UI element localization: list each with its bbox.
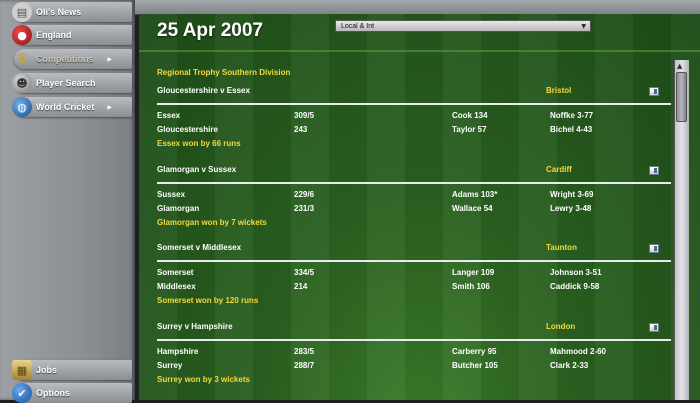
team-name[interactable]: Surrey <box>157 361 182 370</box>
nav-olis-news[interactable]: ▤ Oli's News <box>12 2 132 22</box>
match-title[interactable]: Glamorgan v Sussex <box>157 165 236 174</box>
top-bowler[interactable]: Bichel 4-43 <box>550 125 592 134</box>
match-divider <box>157 103 671 105</box>
match-divider <box>157 182 671 184</box>
nav-world-cricket[interactable]: ◍ World Cricket ▶ <box>12 97 132 117</box>
top-batsman[interactable]: Wallace 54 <box>452 204 493 213</box>
top-batsman[interactable]: Adams 103* <box>452 190 497 199</box>
team-name[interactable]: Middlesex <box>157 282 196 291</box>
match-venue: London <box>546 322 576 331</box>
top-bowler[interactable]: Mahmood 2-60 <box>550 347 606 356</box>
top-bowler[interactable]: Clark 2-33 <box>550 361 588 370</box>
scorecard-icon[interactable] <box>649 244 659 253</box>
top-batsman[interactable]: Carberry 95 <box>452 347 496 356</box>
top-bar <box>135 0 700 15</box>
sidebar: ▤ Oli's News ● England ♛ Competitions ▶ … <box>0 0 135 403</box>
check-icon: ✔ <box>12 383 32 403</box>
top-bowler[interactable]: Caddick 9-58 <box>550 282 599 291</box>
top-bowler[interactable]: Noffke 3-77 <box>550 111 593 120</box>
team-name[interactable]: Sussex <box>157 190 185 199</box>
nav-england[interactable]: ● England <box>12 25 132 45</box>
team-score: 214 <box>294 282 308 291</box>
person-icon: ☻ <box>12 73 32 93</box>
trophy-icon: ♛ <box>15 51 29 67</box>
team-score: 229/6 <box>294 190 315 199</box>
nav-label: World Cricket <box>36 102 95 112</box>
team-score: 283/5 <box>294 347 315 356</box>
competition-title: Regional Trophy Southern Division <box>157 68 291 77</box>
top-bowler[interactable]: Johnson 3-51 <box>550 268 602 277</box>
top-batsman[interactable]: Smith 106 <box>452 282 490 291</box>
results-list: Regional Trophy Southern Division Glouce… <box>151 62 681 400</box>
innings-row: Sussex 229/6 Adams 103* Wright 3-69 <box>157 190 671 200</box>
nav-options[interactable]: ✔ Options <box>12 383 132 403</box>
jobs-icon: ▦ <box>12 360 32 380</box>
nav-label: Jobs <box>36 365 58 375</box>
team-score: 334/5 <box>294 268 315 277</box>
chevron-down-icon: ▼ <box>581 23 586 30</box>
match-result: Surrey won by 3 wickets <box>157 375 250 384</box>
nav-competitions[interactable]: ♛ Competitions ▶ <box>14 49 132 69</box>
innings-row: Hampshire 283/5 Carberry 95 Mahmood 2-60 <box>157 347 671 357</box>
scorecard-icon[interactable] <box>649 166 659 175</box>
news-filter-dropdown[interactable]: Local & Int ▼ <box>335 20 591 32</box>
scorecard-icon[interactable] <box>649 323 659 332</box>
match-title[interactable]: Somerset v Middlesex <box>157 243 241 252</box>
results-scrollbar[interactable]: ▲ <box>674 60 689 400</box>
cricket-ball-icon: ● <box>12 25 32 45</box>
header-divider <box>139 50 700 52</box>
innings-row: Middlesex 214 Smith 106 Caddick 9-58 <box>157 282 671 292</box>
scorecard-icon[interactable] <box>649 87 659 96</box>
team-name[interactable]: Glamorgan <box>157 204 199 213</box>
match-title[interactable]: Surrey v Hampshire <box>157 322 233 331</box>
team-score: 231/3 <box>294 204 315 213</box>
globe-icon: ◍ <box>12 97 32 117</box>
team-name[interactable]: Gloucestershire <box>157 125 218 134</box>
nav-label: Competitions <box>36 54 94 64</box>
nav-label: Oli's News <box>36 7 82 17</box>
nav-jobs[interactable]: ▦ Jobs <box>12 360 132 380</box>
top-batsman[interactable]: Langer 109 <box>452 268 494 277</box>
innings-row: Somerset 334/5 Langer 109 Johnson 3-51 <box>157 268 671 278</box>
team-name[interactable]: Somerset <box>157 268 193 277</box>
chevron-right-icon: ▶ <box>107 55 112 63</box>
nav-label: England <box>36 30 72 40</box>
team-score: 288/7 <box>294 361 315 370</box>
match-venue: Taunton <box>546 243 577 252</box>
chevron-right-icon: ▶ <box>107 103 112 111</box>
dropdown-value: Local & Int <box>341 22 375 30</box>
nav-label: Options <box>36 388 70 398</box>
match-venue: Bristol <box>546 86 572 95</box>
match-result: Glamorgan won by 7 wickets <box>157 218 267 227</box>
scroll-up-icon[interactable]: ▲ <box>677 62 682 70</box>
match-divider <box>157 339 671 341</box>
top-bowler[interactable]: Lewry 3-48 <box>550 204 591 213</box>
innings-row: Essex 309/5 Cook 134 Noffke 3-77 <box>157 111 671 121</box>
match-title[interactable]: Gloucestershire v Essex <box>157 86 250 95</box>
top-bowler[interactable]: Wright 3-69 <box>550 190 593 199</box>
nav-label: Player Search <box>36 78 96 88</box>
team-score: 309/5 <box>294 111 315 120</box>
top-batsman[interactable]: Butcher 105 <box>452 361 498 370</box>
team-name[interactable]: Hampshire <box>157 347 198 356</box>
scrollbar-thumb[interactable] <box>676 72 687 122</box>
team-name[interactable]: Essex <box>157 111 180 120</box>
page-title-date: 25 Apr 2007 <box>157 20 263 41</box>
match-venue: Cardiff <box>546 165 572 174</box>
nav-player-search[interactable]: ☻ Player Search <box>12 73 132 93</box>
innings-row: Surrey 288/7 Butcher 105 Clark 2-33 <box>157 361 671 371</box>
main-panel: 25 Apr 2007 Local & Int ▼ Regional Troph… <box>139 14 700 400</box>
innings-row: Gloucestershire 243 Taylor 57 Bichel 4-4… <box>157 125 671 135</box>
newspaper-icon: ▤ <box>12 2 32 22</box>
match-result: Somerset won by 120 runs <box>157 296 259 305</box>
top-batsman[interactable]: Taylor 57 <box>452 125 487 134</box>
match-divider <box>157 260 671 262</box>
match-result: Essex won by 66 runs <box>157 139 241 148</box>
innings-row: Glamorgan 231/3 Wallace 54 Lewry 3-48 <box>157 204 671 214</box>
top-batsman[interactable]: Cook 134 <box>452 111 488 120</box>
team-score: 243 <box>294 125 308 134</box>
